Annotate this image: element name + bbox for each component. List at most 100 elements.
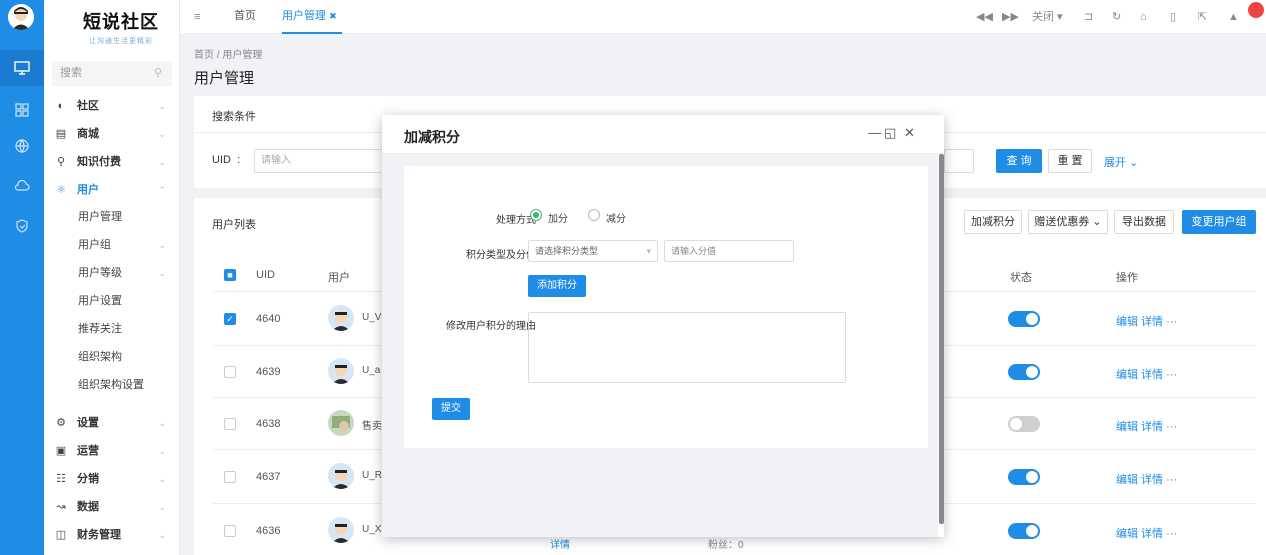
sidebar-item-recommend-follow[interactable]: 推荐关注	[44, 315, 180, 343]
notification-badge	[1248, 2, 1264, 18]
col-uid: UID	[256, 269, 275, 281]
menu-item-community[interactable]: ◐ 社区 ⌄	[44, 92, 180, 120]
status-toggle[interactable]	[1008, 469, 1040, 485]
query-button[interactable]: 查 询	[996, 149, 1042, 173]
subtract-points-label: 减分	[606, 214, 626, 225]
status-toggle[interactable]	[1008, 364, 1040, 380]
scroll-left-icon[interactable]: ◀◀	[976, 0, 993, 34]
menu-item-finance[interactable]: ◫ 财务管理 ⌄	[44, 521, 180, 549]
shield-icon[interactable]	[0, 208, 44, 244]
menu-item-knowledge[interactable]: ⚲ 知识付费 ⌄	[44, 148, 180, 176]
sidebar-item-org-settings[interactable]: 组织架构设置	[44, 371, 180, 399]
menu-search-placeholder: 搜索	[60, 67, 82, 79]
points-value-input[interactable]: 请输入分值	[664, 240, 794, 262]
sidebar-item-user-management[interactable]: 用户管理	[44, 203, 180, 231]
send-coupon-button[interactable]: 赠送优惠券 ⌄	[1028, 210, 1108, 234]
maximize-icon[interactable]: ◱	[884, 125, 896, 141]
brand-logo: 短说社区 让沟通生活更精彩	[66, 8, 176, 46]
modal-scrollbar[interactable]	[939, 154, 944, 524]
row-checkbox[interactable]	[224, 471, 236, 483]
menu-item-label: 知识付费	[77, 156, 121, 168]
reset-button[interactable]: 重 置	[1048, 149, 1092, 173]
chat-icon: ◐	[57, 100, 65, 112]
col-action: 操作	[1116, 272, 1138, 284]
tab-user-management[interactable]: 用户管理 ✖	[282, 0, 342, 34]
col-status: 状态	[1010, 272, 1032, 284]
sidebar-item-org-structure[interactable]: 组织架构	[44, 343, 180, 371]
subtract-points-radio[interactable]	[588, 209, 600, 221]
breadcrumb: 首页 / 用户管理	[194, 50, 263, 61]
close-tab-icon[interactable]: ✖	[329, 11, 337, 21]
menu-toggle-icon[interactable]: ≡	[194, 0, 200, 34]
points-type-select[interactable]: 请选择积分类型 ▾	[528, 240, 658, 262]
lock-icon[interactable]: ⌂	[1140, 0, 1147, 34]
row-actions[interactable]: 编辑 详情 ···	[1116, 418, 1177, 434]
search-input-partial[interactable]	[944, 149, 974, 173]
apps-icon[interactable]	[0, 92, 44, 128]
tab-home[interactable]: 首页	[234, 0, 256, 33]
globe-icon[interactable]	[0, 128, 44, 164]
reason-textarea[interactable]	[528, 312, 846, 383]
close-icon[interactable]: ✕	[904, 125, 915, 141]
cloud-icon[interactable]	[0, 168, 44, 204]
close-dropdown[interactable]: 关闭 ▾	[1032, 0, 1063, 34]
menu-item-operations[interactable]: ▣ 运营 ⌄	[44, 437, 180, 465]
points-type-placeholder: 请选择积分类型	[535, 246, 599, 256]
uid-label-text: UID	[212, 154, 231, 166]
search-icon: ⚲	[153, 67, 162, 79]
refresh-icon[interactable]: ↻	[1112, 0, 1121, 34]
row-checkbox[interactable]	[224, 418, 236, 430]
status-toggle[interactable]	[1008, 311, 1040, 327]
send-coupon-label: 赠送优惠券	[1034, 216, 1090, 228]
bell-icon[interactable]: ▲	[1228, 0, 1239, 34]
admin-avatar[interactable]	[8, 4, 34, 30]
status-toggle[interactable]	[1008, 416, 1040, 432]
row-detail-link[interactable]: 详情	[550, 536, 570, 551]
menu-item-label: 用户管理	[78, 211, 122, 223]
menu-item-distribution[interactable]: ☷ 分销 ⌄	[44, 465, 180, 493]
row-checkbox[interactable]	[224, 366, 236, 378]
menu-item-settings[interactable]: ⚙ 设置 ⌄	[44, 409, 180, 437]
row-actions[interactable]: 编辑 详情 ···	[1116, 525, 1177, 541]
sidebar-item-user-settings[interactable]: 用户设置	[44, 287, 180, 315]
change-group-button[interactable]: 变更用户组	[1182, 210, 1256, 234]
row-uid: 4638	[256, 418, 281, 430]
export-data-button[interactable]: 导出数据	[1114, 210, 1174, 234]
expand-link[interactable]: 展开 ⌄	[1104, 154, 1138, 170]
row-actions[interactable]: 编辑 详情 ···	[1116, 471, 1177, 487]
row-actions[interactable]: 编辑 详情 ···	[1116, 313, 1177, 329]
menu-item-label: 社区	[77, 100, 99, 112]
exit-icon[interactable]: ⊐	[1084, 0, 1093, 34]
minimize-icon[interactable]: —	[868, 125, 881, 140]
menu-item-users[interactable]: ⚛ 用户 ⌃	[44, 176, 180, 204]
sidebar-item-user-level[interactable]: 用户等级 ⌄	[44, 259, 180, 287]
menu-item-label: 组织架构设置	[78, 379, 144, 391]
row-checkbox[interactable]: ✓	[224, 313, 236, 325]
status-toggle[interactable]	[1008, 523, 1040, 539]
gear-icon: ⚙	[56, 417, 66, 429]
monitor-icon: ▣	[55, 445, 67, 457]
row-username: U_R	[362, 470, 383, 481]
mobile-icon[interactable]: ▯	[1170, 0, 1176, 34]
fullscreen-icon[interactable]: ⇱	[1198, 0, 1207, 34]
adjust-points-button[interactable]: 加减积分	[964, 210, 1022, 234]
menu-item-shop[interactable]: ▤ 商城 ⌄	[44, 120, 180, 148]
row-actions[interactable]: 编辑 详情 ···	[1116, 366, 1177, 382]
chevron-down-icon: ⌄	[158, 418, 166, 428]
sidebar-item-user-group[interactable]: 用户组 ⌄	[44, 231, 180, 259]
add-points-button[interactable]: 添加积分	[528, 275, 586, 297]
scroll-right-icon[interactable]: ▶▶	[1002, 0, 1019, 34]
row-checkbox[interactable]	[224, 525, 236, 537]
menu-item-label: 数据	[77, 501, 99, 513]
menu-item-data[interactable]: ↝ 数据 ⌄	[44, 493, 180, 521]
chevron-down-icon: ⌄	[158, 502, 166, 512]
submit-button[interactable]: 提交	[432, 398, 470, 420]
select-all-checkbox[interactable]: ■	[224, 269, 236, 281]
add-points-radio[interactable]	[530, 209, 542, 221]
menu-search-input[interactable]: 搜索 ⚲	[52, 61, 172, 86]
chevron-up-icon: ⌃	[158, 185, 166, 195]
desktop-icon[interactable]	[0, 50, 44, 86]
row-uid: 4639	[256, 366, 281, 378]
avatar	[328, 410, 354, 436]
uid-search-input[interactable]: 请输入	[254, 149, 384, 173]
